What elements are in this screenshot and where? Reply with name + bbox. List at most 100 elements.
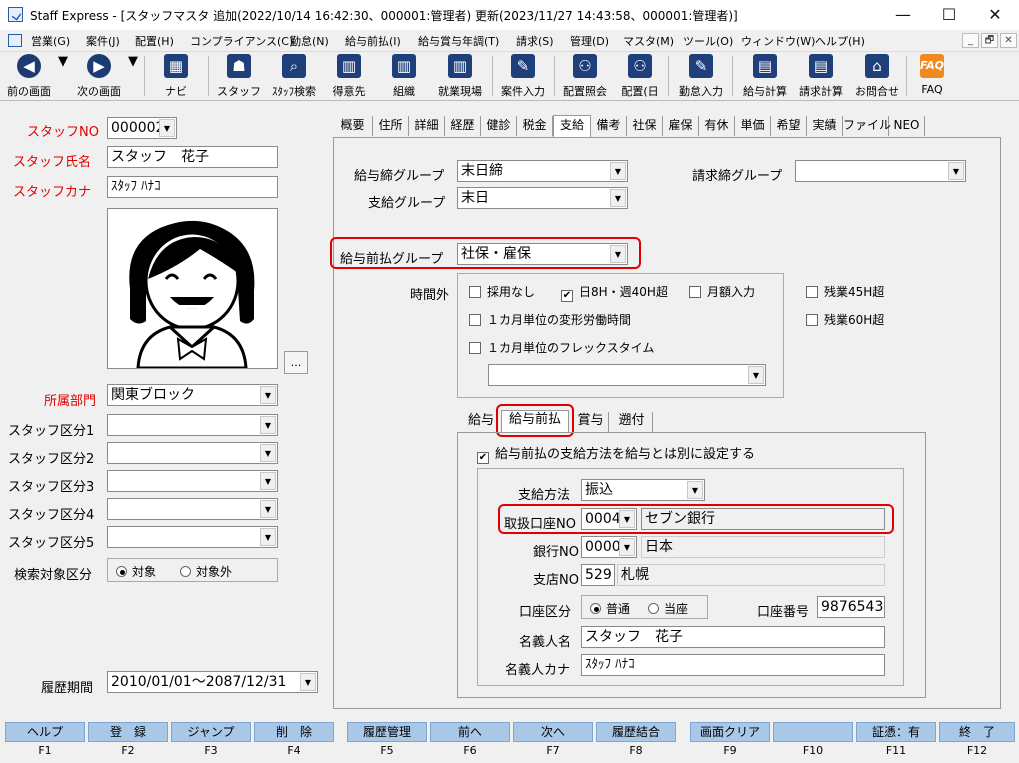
tab-address[interactable]: 住所: [373, 116, 409, 136]
menu-compliance[interactable]: コンプライアンス(C): [190, 33, 293, 49]
search-target-on-radio[interactable]: 対象: [116, 563, 156, 580]
menu-advance[interactable]: 給与前払(I): [345, 33, 401, 49]
photo-select-button[interactable]: ...: [284, 351, 308, 374]
chevron-down-icon[interactable]: ▼: [300, 673, 316, 691]
account-no-combo[interactable]: 0004 ▼: [581, 508, 637, 530]
tab-overview[interactable]: 概要: [333, 116, 373, 136]
next-history-dropdown[interactable]: ▼: [128, 54, 138, 99]
tab-social-insurance[interactable]: 社保: [627, 116, 663, 136]
staff-class2-combo[interactable]: ▼: [107, 442, 278, 464]
tab-detail[interactable]: 詳細: [409, 116, 445, 136]
account-type-normal-radio[interactable]: 普通: [590, 600, 630, 617]
chevron-down-icon[interactable]: ▼: [619, 538, 635, 556]
advance-separate-checkbox[interactable]: ✔ 給与前払の支給方法を給与とは別に設定する: [477, 443, 755, 464]
attendance-input-button[interactable]: ✎ 勤怠入力: [674, 54, 728, 99]
menu-salary-bonus[interactable]: 給与賞与年調(T): [418, 33, 499, 49]
maximize-button[interactable]: ☐: [926, 4, 972, 26]
f7-next-button[interactable]: 次へ: [513, 722, 593, 742]
mdi-minimize-button[interactable]: _: [962, 33, 979, 48]
bank-no-combo[interactable]: 0000 ▼: [581, 536, 637, 558]
ot-flex-combo[interactable]: ▼: [488, 364, 766, 386]
history-period-combo[interactable]: 2010/01/01～2087/12/31 ▼: [107, 671, 318, 693]
ot-flex-checkbox[interactable]: １カ月単位のフレックスタイム: [469, 339, 654, 356]
holder-kana-field[interactable]: ｽﾀｯﾌ ﾊﾅｺ: [581, 654, 885, 676]
menu-master[interactable]: マスタ(M): [623, 33, 674, 49]
salary-calc-button[interactable]: ▤ 給与計算: [738, 54, 792, 99]
chevron-down-icon[interactable]: ▼: [260, 500, 276, 518]
chevron-down-icon[interactable]: ▼: [260, 444, 276, 462]
staff-class1-combo[interactable]: ▼: [107, 414, 278, 436]
menu-assign[interactable]: 配置(H): [135, 33, 174, 49]
menu-admin[interactable]: 管理(D): [570, 33, 609, 49]
subtab-retro[interactable]: 遡付: [611, 412, 653, 432]
tab-tax[interactable]: 税金: [517, 116, 553, 136]
staff-no-combo[interactable]: 000002 ▼: [107, 117, 177, 139]
billing-calc-button[interactable]: ▤ 請求計算: [794, 54, 848, 99]
tab-results[interactable]: 実績: [807, 116, 843, 136]
holder-name-field[interactable]: スタッフ 花子: [581, 626, 885, 648]
dept-combo[interactable]: 関東ブロック ▼: [107, 384, 278, 406]
pay-group-combo[interactable]: 末日 ▼: [457, 187, 628, 209]
f5-history-button[interactable]: 履歴管理: [347, 722, 427, 742]
ot-45h-checkbox[interactable]: 残業45H超: [806, 283, 884, 300]
prev-history-dropdown[interactable]: ▼: [58, 54, 68, 99]
chevron-down-icon[interactable]: ▼: [687, 481, 703, 499]
search-target-off-radio[interactable]: 対象外: [180, 563, 232, 580]
mdi-restore-button[interactable]: 🗗: [981, 33, 998, 48]
chevron-down-icon[interactable]: ▼: [748, 366, 764, 384]
chevron-down-icon[interactable]: ▼: [260, 386, 276, 404]
chevron-down-icon[interactable]: ▼: [260, 416, 276, 434]
tab-wishes[interactable]: 希望: [771, 116, 807, 136]
f3-jump-button[interactable]: ジャンプ: [171, 722, 251, 742]
staff-class5-combo[interactable]: ▼: [107, 526, 278, 548]
ot-daily-checkbox[interactable]: ✔ 日8H・週40H超: [561, 283, 668, 302]
pay-method-combo[interactable]: 振込 ▼: [581, 479, 705, 501]
tab-paid-leave[interactable]: 有休: [699, 116, 735, 136]
staff-class4-combo[interactable]: ▼: [107, 498, 278, 520]
f1-help-button[interactable]: ヘルプ: [5, 722, 85, 742]
mdi-close-button[interactable]: ✕: [1000, 33, 1017, 48]
menu-tools[interactable]: ツール(O): [683, 33, 733, 49]
staff-search-button[interactable]: ⌕ ｽﾀｯﾌ検索: [266, 54, 322, 99]
tab-health[interactable]: 健診: [481, 116, 517, 136]
account-number-field[interactable]: 9876543: [817, 596, 885, 618]
subtab-bonus[interactable]: 賞与: [573, 412, 609, 432]
subtab-salary[interactable]: 給与: [463, 412, 499, 432]
account-type-current-radio[interactable]: 当座: [648, 600, 688, 617]
chevron-down-icon[interactable]: ▼: [619, 510, 635, 528]
ot-variable-checkbox[interactable]: １カ月単位の変形労働時間: [469, 311, 631, 328]
org-button[interactable]: ▥ 組織: [382, 54, 426, 99]
tab-notes[interactable]: 備考: [591, 116, 627, 136]
chevron-down-icon[interactable]: ▼: [948, 162, 964, 180]
billing-close-group-combo[interactable]: ▼: [795, 160, 966, 182]
inquiry-button[interactable]: ⌂ お問合せ: [850, 54, 904, 99]
f2-register-button[interactable]: 登 録: [88, 722, 168, 742]
advance-group-combo[interactable]: 社保・雇保 ▼: [457, 243, 628, 265]
f11-evidence-button[interactable]: 証憑：有: [856, 722, 936, 742]
menu-window[interactable]: ウィンドウ(W): [741, 33, 815, 49]
ot-60h-checkbox[interactable]: 残業60H超: [806, 311, 884, 328]
client-button[interactable]: ▥ 得意先: [326, 54, 372, 99]
assign-ref-button[interactable]: ⚇ 配置照会: [558, 54, 612, 99]
assign-day-button[interactable]: ⚇ 配置(日: [616, 54, 664, 99]
minimize-button[interactable]: —: [880, 4, 926, 26]
tab-file[interactable]: ファイル: [843, 116, 891, 136]
menu-sales[interactable]: 営業(G): [31, 33, 70, 49]
site-button[interactable]: ▥ 就業現場: [432, 54, 488, 99]
chevron-down-icon[interactable]: ▼: [610, 189, 626, 207]
staff-name-field[interactable]: スタッフ 花子: [107, 146, 278, 168]
chevron-down-icon[interactable]: ▼: [610, 245, 626, 263]
payroll-close-group-combo[interactable]: 末日締 ▼: [457, 160, 628, 182]
next-screen-button[interactable]: ▶ 次の画面: [72, 54, 126, 99]
prev-screen-button[interactable]: ◀ 前の画面: [2, 54, 56, 99]
tab-neo[interactable]: NEO: [889, 116, 925, 136]
menu-billing[interactable]: 請求(S): [516, 33, 554, 49]
f10-button[interactable]: [773, 722, 853, 742]
ot-none-checkbox[interactable]: 採用なし: [469, 283, 535, 300]
staff-kana-field[interactable]: ｽﾀｯﾌ ﾊﾅｺ: [107, 176, 278, 198]
ot-monthly-checkbox[interactable]: 月額入力: [689, 283, 755, 300]
branch-no-field[interactable]: 529: [581, 564, 615, 586]
chevron-down-icon[interactable]: ▼: [260, 528, 276, 546]
chevron-down-icon[interactable]: ▼: [610, 162, 626, 180]
case-input-button[interactable]: ✎ 案件入力: [496, 54, 550, 99]
